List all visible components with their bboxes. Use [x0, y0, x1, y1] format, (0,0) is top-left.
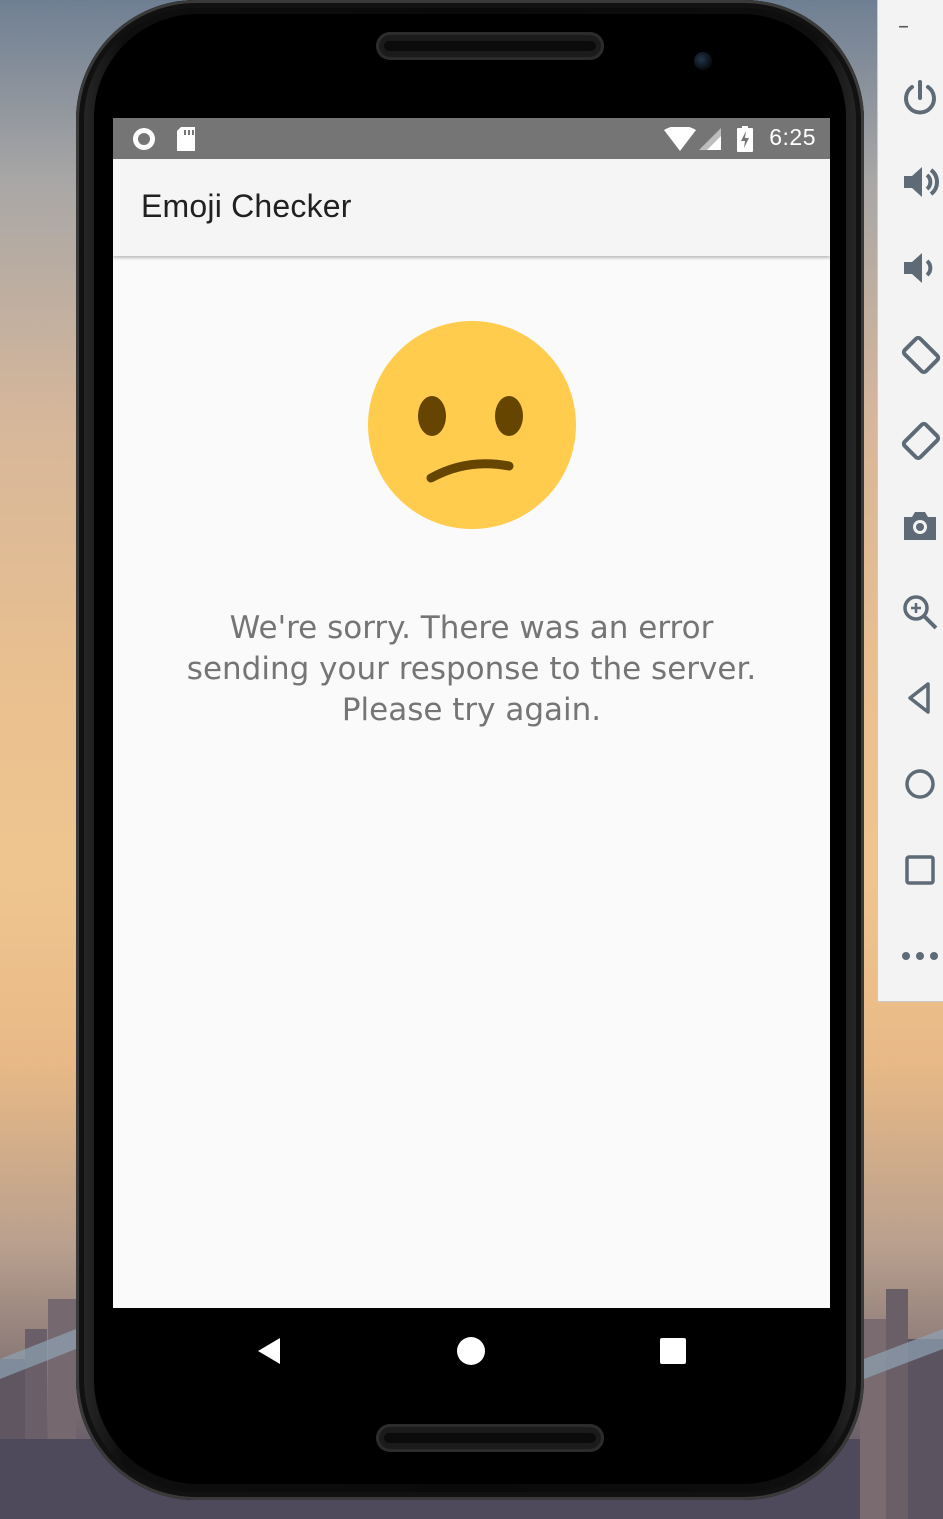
device-screen: 6:25 Emoji Checker We're sorry. There wa… [113, 118, 830, 1393]
overview-icon [905, 855, 935, 885]
confused-face-icon [368, 321, 576, 529]
home-icon [457, 1337, 485, 1365]
power-button[interactable] [900, 72, 943, 124]
minimize-label: – [898, 13, 909, 39]
nav-home-button[interactable] [446, 1326, 496, 1376]
app-bar: Emoji Checker [113, 159, 830, 256]
toolbar-overview-button[interactable] [900, 844, 943, 896]
volume-up-button[interactable] [900, 156, 943, 208]
volume-up-icon [904, 167, 939, 197]
front-camera [694, 52, 712, 70]
bottom-speaker [376, 1424, 604, 1452]
circle-notification-icon [133, 128, 155, 150]
app-title: Emoji Checker [141, 188, 352, 224]
rotate-left-button[interactable] [900, 328, 943, 380]
home-icon [905, 769, 935, 799]
error-message: We're sorry. There was an error sending … [186, 610, 757, 728]
status-time: 6:25 [769, 124, 816, 150]
cell-signal-icon [699, 128, 721, 150]
volume-down-button[interactable] [900, 242, 943, 294]
recents-icon [660, 1338, 686, 1364]
navigation-bar [113, 1308, 830, 1393]
rotate-right-button[interactable] [900, 414, 943, 466]
rotate-left-icon [901, 335, 941, 375]
nav-recents-button[interactable] [648, 1326, 698, 1376]
screenshot-button[interactable] [900, 500, 943, 552]
back-icon [908, 682, 930, 714]
volume-down-icon [904, 253, 933, 283]
top-speaker [376, 32, 604, 60]
more-button[interactable] [900, 930, 943, 982]
zoom-button[interactable] [900, 586, 943, 638]
power-icon [904, 80, 936, 115]
nav-back-button[interactable] [244, 1326, 294, 1376]
more-icon [902, 952, 938, 960]
toolbar-back-button[interactable] [900, 672, 943, 724]
back-icon [258, 1338, 280, 1364]
camera-icon [904, 512, 936, 540]
toolbar-home-button[interactable] [900, 758, 943, 810]
zoom-icon [903, 595, 938, 630]
emulator-toolbar: – [877, 0, 943, 1002]
battery-charging-icon [737, 126, 753, 152]
minimize-button[interactable]: – [898, 4, 942, 48]
sd-card-icon [177, 127, 195, 151]
status-bar: 6:25 [113, 118, 830, 159]
wifi-icon [664, 127, 696, 151]
rotate-right-icon [901, 421, 941, 461]
